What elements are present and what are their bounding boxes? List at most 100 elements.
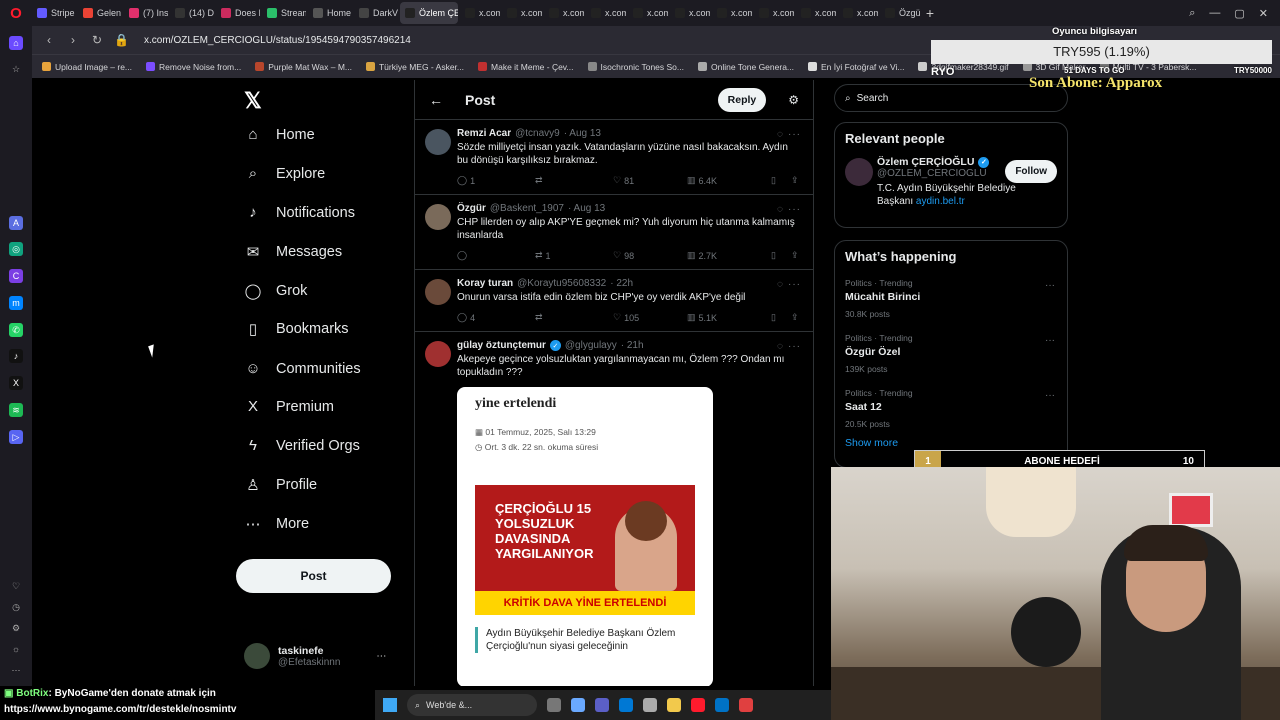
spotify-icon[interactable]: ≋ [9, 403, 23, 417]
browser-tab[interactable]: x.com [586, 2, 626, 24]
browser-tab[interactable]: Stripe [32, 2, 76, 24]
avatar[interactable] [425, 341, 451, 367]
heart-icon[interactable]: ♡ [9, 579, 23, 593]
nav-item-more[interactable]: ⋯ More [244, 515, 310, 533]
tweet-author-name[interactable]: Remzi Acar [457, 128, 511, 139]
browser-tab[interactable]: x.com [628, 2, 668, 24]
copilot-icon[interactable] [571, 698, 585, 712]
tweet-time[interactable]: · Aug 13 [568, 203, 605, 214]
nav-item-messages[interactable]: ✉ Messages [244, 243, 342, 261]
account-switcher[interactable]: taskinefe @Efetaskinnn ⋯ [244, 643, 386, 669]
sliders-icon[interactable]: ⚙ [788, 93, 799, 107]
whatsapp-icon[interactable]: ✆ [9, 323, 23, 337]
search-tabs-icon[interactable]: ⌕ [1189, 7, 1195, 20]
reply-button[interactable]: Reply [717, 87, 767, 112]
browser-tab[interactable]: DarkV [354, 2, 398, 24]
browser-tab[interactable]: x.com [544, 2, 584, 24]
chatgpt-icon[interactable]: ◎ [9, 242, 23, 256]
grok-icon[interactable]: ◌ [777, 341, 783, 352]
teams-icon[interactable] [595, 698, 609, 712]
more-options-icon[interactable]: ··· [1045, 390, 1055, 401]
aria-icon[interactable]: A [9, 216, 23, 230]
nav-item-home[interactable]: ⌂ Home [244, 126, 314, 143]
star-icon[interactable]: ☆ [9, 62, 23, 76]
nav-item-bookmarks[interactable]: ▯ Bookmarks [244, 320, 349, 338]
reply-action[interactable]: ◯ [457, 250, 535, 261]
tweet-time[interactable]: · Aug 13 [564, 128, 601, 139]
trend-item[interactable]: Politics · Trending Saat 12 20.5K posts ··· [835, 380, 1067, 435]
tweet-time[interactable]: · 22h [610, 278, 633, 289]
tweet-author-name[interactable]: Özgür [457, 203, 486, 214]
bookmark-item[interactable]: Upload Image – re... [42, 62, 132, 72]
share-icon[interactable]: ⇪ [791, 250, 799, 261]
repost-action[interactable]: ⇄ 1 [535, 250, 613, 261]
tweet[interactable]: Özgür @Baskent_1907 · Aug 13 ◌ ··· CHP lilerd… [415, 195, 813, 270]
close-icon[interactable]: ✕ [1259, 7, 1268, 20]
player-icon[interactable]: ▷ [9, 430, 23, 444]
tweet[interactable]: Remzi Acar @tcnavy9 · Aug 13 ◌ ··· Sözde mill… [415, 120, 813, 195]
avatar[interactable] [425, 129, 451, 155]
repost-action[interactable]: ⇄ [535, 312, 613, 323]
bookmark-item[interactable]: Isochronic Tones So... [587, 62, 684, 72]
maximize-icon[interactable]: ▢ [1234, 7, 1244, 20]
share-icon[interactable]: ⇪ [791, 175, 799, 186]
taskbar-search[interactable]: ⌕ Web'de &... [407, 694, 537, 716]
more-options-icon[interactable]: ··· [788, 129, 801, 140]
back-arrow-icon[interactable]: ← [429, 92, 443, 108]
nav-item-verified-orgs[interactable]: ϟ Verified Orgs [244, 437, 360, 454]
trend-item[interactable]: Politics · Trending Mücahit Birinci 30.8K … [835, 270, 1067, 325]
post-button[interactable]: Post [236, 559, 391, 593]
grok-icon[interactable]: ◌ [777, 279, 783, 290]
repost-action[interactable]: ⇄ [535, 175, 613, 186]
like-action[interactable]: ♡ 81 [613, 175, 687, 186]
grok-icon[interactable]: ◌ [777, 204, 783, 215]
url-field[interactable]: x.com/OZLEM_CERCIOGLU/status/19545947903… [144, 35, 411, 46]
bookmark-item[interactable]: Make it Meme - Çev... [478, 62, 574, 72]
nav-item-profile[interactable]: ♙ Profile [244, 476, 317, 494]
nav-item-explore[interactable]: ⌕ Explore [244, 165, 325, 182]
browser-tab[interactable]: x.com [796, 2, 836, 24]
views-action[interactable]: ▥ 2.7K [687, 250, 771, 261]
opera-logo-icon[interactable]: O [0, 0, 32, 26]
lightbulb-icon[interactable]: ☼ [9, 642, 23, 656]
nav-item-premium[interactable]: X Premium [244, 398, 334, 415]
settings-gear-icon[interactable]: ⚙ [9, 621, 23, 635]
share-icon[interactable]: ⇪ [791, 312, 799, 323]
back-arrow-icon[interactable]: ‹ [42, 33, 56, 47]
edge-icon[interactable] [619, 698, 633, 712]
tweet[interactable]: Koray turan @Koraytu95608332 · 22h ◌ ··· Onur… [415, 270, 813, 332]
grok-icon[interactable]: ◌ [777, 129, 783, 140]
account-more-icon[interactable]: ⋯ [376, 651, 386, 662]
browser-tab[interactable]: Özlem ÇERÇ [400, 2, 458, 24]
outlook-icon[interactable] [715, 698, 729, 712]
x-icon[interactable]: X [9, 376, 23, 390]
person-link[interactable]: aydin.bel.tr [916, 196, 965, 207]
forward-arrow-icon[interactable]: › [66, 33, 80, 47]
browser-tab[interactable]: x.com [838, 2, 878, 24]
tweet[interactable]: gülay öztunçtemur ✓ @glygulayy · 21h ◌ ··· Ake… [415, 332, 813, 686]
trend-item[interactable]: Politics · Trending Özgür Özel 139K posts ·… [835, 325, 1067, 380]
minimize-icon[interactable]: — [1209, 7, 1220, 20]
reply-action[interactable]: ◯ 4 [457, 312, 535, 323]
bookmark-item[interactable]: Remove Noise from... [146, 62, 241, 72]
windows-start-icon[interactable] [383, 698, 397, 712]
embedded-article-image[interactable]: yine ertelendi ▦ 01 Temmuz, 2025, Salı 13… [457, 387, 713, 686]
store-icon[interactable] [643, 698, 657, 712]
browser-tab[interactable]: Home [308, 2, 352, 24]
tweet-time[interactable]: · 21h [621, 340, 644, 351]
more-dots-icon[interactable]: ⋯ [9, 663, 23, 677]
nav-item-notifications[interactable]: ♪ Notifications [244, 204, 355, 221]
history-icon[interactable]: ◷ [9, 600, 23, 614]
x-logo-icon[interactable]: 𝕏 [244, 88, 262, 114]
like-action[interactable]: ♡ 105 [613, 312, 687, 323]
tiktok-icon[interactable]: ♪ [9, 349, 23, 363]
bookmark-icon[interactable]: ▯ [771, 250, 791, 261]
browser-tab[interactable]: (14) D [170, 2, 214, 24]
bookmark-item[interactable]: En İyi Fotoğraf ve Vi... [808, 62, 904, 72]
crypto-wallet-icon[interactable]: C [9, 269, 23, 283]
nav-item-communities[interactable]: ☺ Communities [244, 360, 360, 377]
views-action[interactable]: ▥ 5.1K [687, 312, 771, 323]
browser-tab[interactable]: Özgür [880, 2, 920, 24]
home-speed-dial-icon[interactable]: ⌂ [9, 36, 23, 50]
browser-tab[interactable]: Stream [262, 2, 306, 24]
